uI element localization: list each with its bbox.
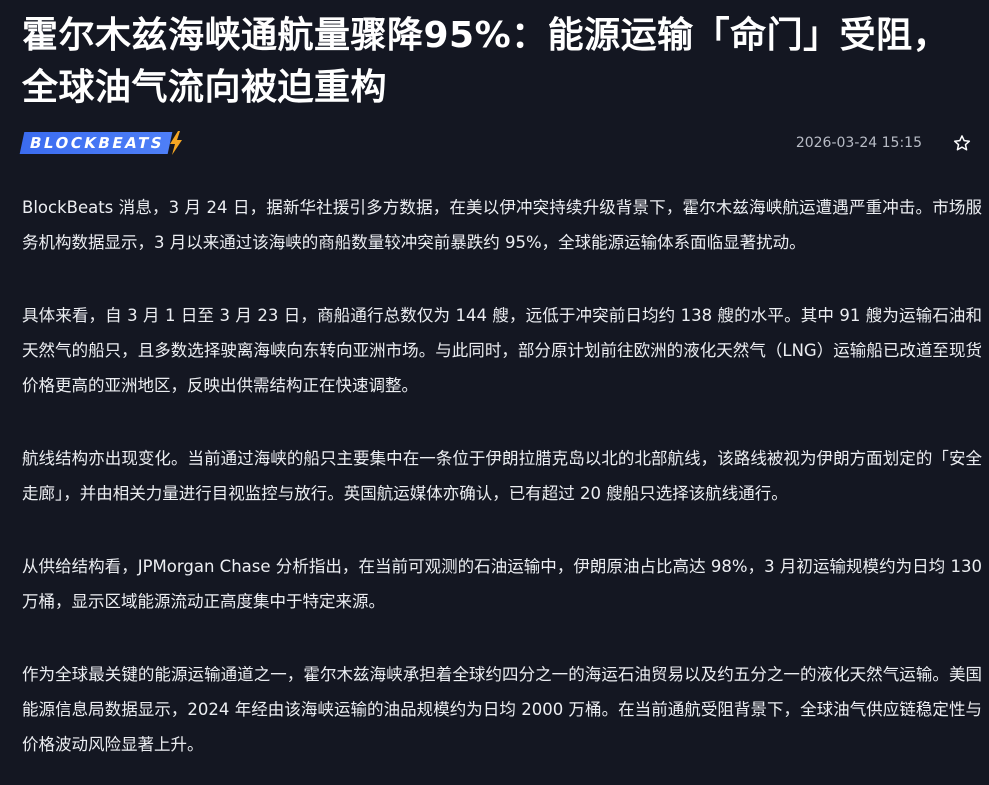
blockbeats-logo[interactable]: BLOCKBEATS: [19, 130, 184, 156]
article-paragraph: 航线结构亦出现变化。当前通过海峡的船只主要集中在一条位于伊朗拉腊克岛以北的北部航…: [22, 449, 982, 503]
article-page: 霍尔木兹海峡通航量骤降95%：能源运输「命门」受阻，全球油气流向被迫重构 BLO…: [0, 0, 989, 785]
logo-wordmark: BLOCKBEATS: [19, 132, 173, 154]
publish-datetime: 2026-03-24 15:15: [795, 135, 922, 151]
favorite-button[interactable]: [950, 131, 974, 155]
article-paragraph: BlockBeats 消息，3 月 24 日，据新华社援引多方数据，在美以伊冲突…: [22, 198, 982, 252]
article-meta-row: BLOCKBEATS 2026-03-24 15:15: [19, 128, 978, 158]
star-outline-icon: [953, 135, 971, 151]
article-title: 霍尔木兹海峡通航量骤降95%：能源运输「命门」受阻，全球油气流向被迫重构: [22, 15, 950, 108]
article-paragraph: 从供给结构看，JPMorgan Chase 分析指出，在当前可观测的石油运输中，…: [22, 557, 982, 611]
article-body: BlockBeats 消息，3 月 24 日，据新华社援引多方数据，在美以伊冲突…: [22, 190, 982, 785]
article-paragraph: 具体来看，自 3 月 1 日至 3 月 23 日，商船通行总数仅为 144 艘，…: [22, 306, 982, 395]
article-paragraph: 作为全球最关键的能源运输通道之一，霍尔木兹海峡承担着全球约四分之一的海运石油贸易…: [22, 665, 982, 754]
